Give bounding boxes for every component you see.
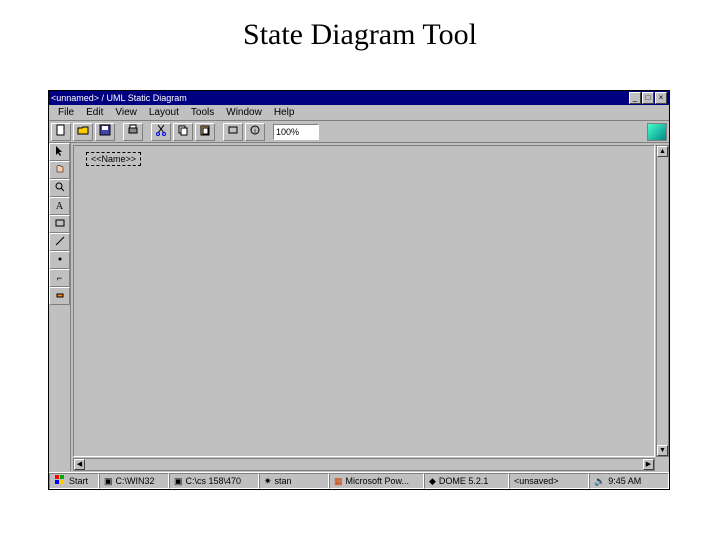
dot-icon [54,253,66,267]
rect-tool[interactable] [49,215,70,233]
dos-icon: ▣ [174,476,183,487]
taskbar-item[interactable]: ◆DOME 5.2.1 [424,473,509,489]
taskbar-item[interactable]: ▣C:\WIN32 [99,473,169,489]
menu-help[interactable]: Help [269,107,300,118]
window-title: <unnamed> / UML Static Diagram [51,93,628,103]
workarea: A ⌐ <<Name>> ▲ ▼ ◀ ▶ [49,143,669,471]
copy-button[interactable] [173,123,193,141]
tray-icon: 🔊 [594,476,605,487]
menu-file[interactable]: File [53,107,79,118]
print-button[interactable] [123,123,143,141]
hand-tool[interactable] [49,161,70,179]
open-icon [77,124,89,139]
menu-edit[interactable]: Edit [81,107,108,118]
titlebar[interactable]: <unnamed> / UML Static Diagram _ □ × [49,91,669,105]
hand-icon [54,163,66,177]
toolbar: i 100% [49,121,669,143]
rect-icon [54,217,66,231]
save-button[interactable] [95,123,115,141]
zoom-tool[interactable] [49,179,70,197]
pointer-tool[interactable] [49,143,70,161]
zoom-combo[interactable]: 100% [273,124,319,140]
taskbar-item-active[interactable]: <unsaved> [509,473,589,489]
canvas-frame: <<Name>> ▲ ▼ ◀ ▶ [71,143,669,471]
horizontal-scrollbar[interactable]: ◀ ▶ [73,458,655,471]
taskbar-item[interactable]: ✷stan [259,473,329,489]
info-icon: i [249,124,261,139]
tool-palette: A ⌐ [49,143,71,471]
line-icon [54,235,66,249]
diagram-node[interactable]: <<Name>> [86,152,141,166]
app-window: <unnamed> / UML Static Diagram _ □ × Fil… [48,90,670,490]
start-button[interactable]: Start [49,473,99,489]
windows-icon [54,474,66,488]
menu-view[interactable]: View [110,107,142,118]
taskbar-item[interactable]: ▦Microsoft Pow... [329,473,424,489]
slide-title: State Diagram Tool [0,0,720,62]
cut-button[interactable] [151,123,171,141]
taskbar-label: C:\cs 158\470 [186,476,242,486]
menu-window[interactable]: Window [221,107,267,118]
taskbar-label: C:\WIN32 [116,476,155,486]
misc-tool[interactable] [49,287,70,305]
taskbar-item[interactable]: ▣C:\cs 158\470 [169,473,259,489]
taskbar-label: Microsoft Pow... [346,476,410,486]
tool-b-button[interactable]: i [245,123,265,141]
print-icon [127,124,139,139]
clock: 9:45 AM [608,476,641,486]
app-icon: ✷ [264,476,272,487]
vertical-scrollbar[interactable]: ▲ ▼ [656,145,669,457]
scroll-down-button[interactable]: ▼ [657,445,668,456]
dos-icon: ▣ [104,476,113,487]
save-icon [99,124,111,139]
zoom-value: 100% [276,127,299,137]
dot-tool[interactable] [49,251,70,269]
menu-layout[interactable]: Layout [144,107,184,118]
taskbar-label: <unsaved> [514,476,559,486]
taskbar-label: DOME 5.2.1 [439,476,489,486]
cut-icon [155,124,167,139]
open-button[interactable] [73,123,93,141]
app-logo-icon [647,123,667,141]
start-label: Start [69,476,88,486]
line-tool[interactable] [49,233,70,251]
dome-icon: ◆ [429,476,436,487]
box-icon [227,124,239,139]
menubar: File Edit View Layout Tools Window Help [49,105,669,121]
taskbar-label: stan [275,476,292,486]
canvas[interactable]: <<Name>> [73,145,655,457]
magnifier-icon [54,181,66,195]
shape-icon [54,289,66,303]
text-tool[interactable]: A [49,197,70,215]
ppt-icon: ▦ [334,476,343,487]
menu-tools[interactable]: Tools [186,107,219,118]
paste-button[interactable] [195,123,215,141]
minimize-button[interactable]: _ [629,92,641,104]
close-button[interactable]: × [655,92,667,104]
pointer-icon [54,145,66,159]
new-button[interactable] [51,123,71,141]
tool-a-button[interactable] [223,123,243,141]
system-tray[interactable]: 🔊 9:45 AM [589,473,669,489]
copy-icon [177,124,189,139]
taskbar: Start ▣C:\WIN32 ▣C:\cs 158\470 ✷stan ▦Mi… [49,472,669,489]
bracket-icon: ⌐ [57,273,62,283]
bracket-tool[interactable]: ⌐ [49,269,70,287]
scroll-up-button[interactable]: ▲ [657,146,668,157]
scroll-left-button[interactable]: ◀ [74,459,85,470]
maximize-button[interactable]: □ [642,92,654,104]
new-icon [55,124,67,139]
scroll-right-button[interactable]: ▶ [643,459,654,470]
text-icon: A [56,201,63,212]
paste-icon [199,124,211,139]
